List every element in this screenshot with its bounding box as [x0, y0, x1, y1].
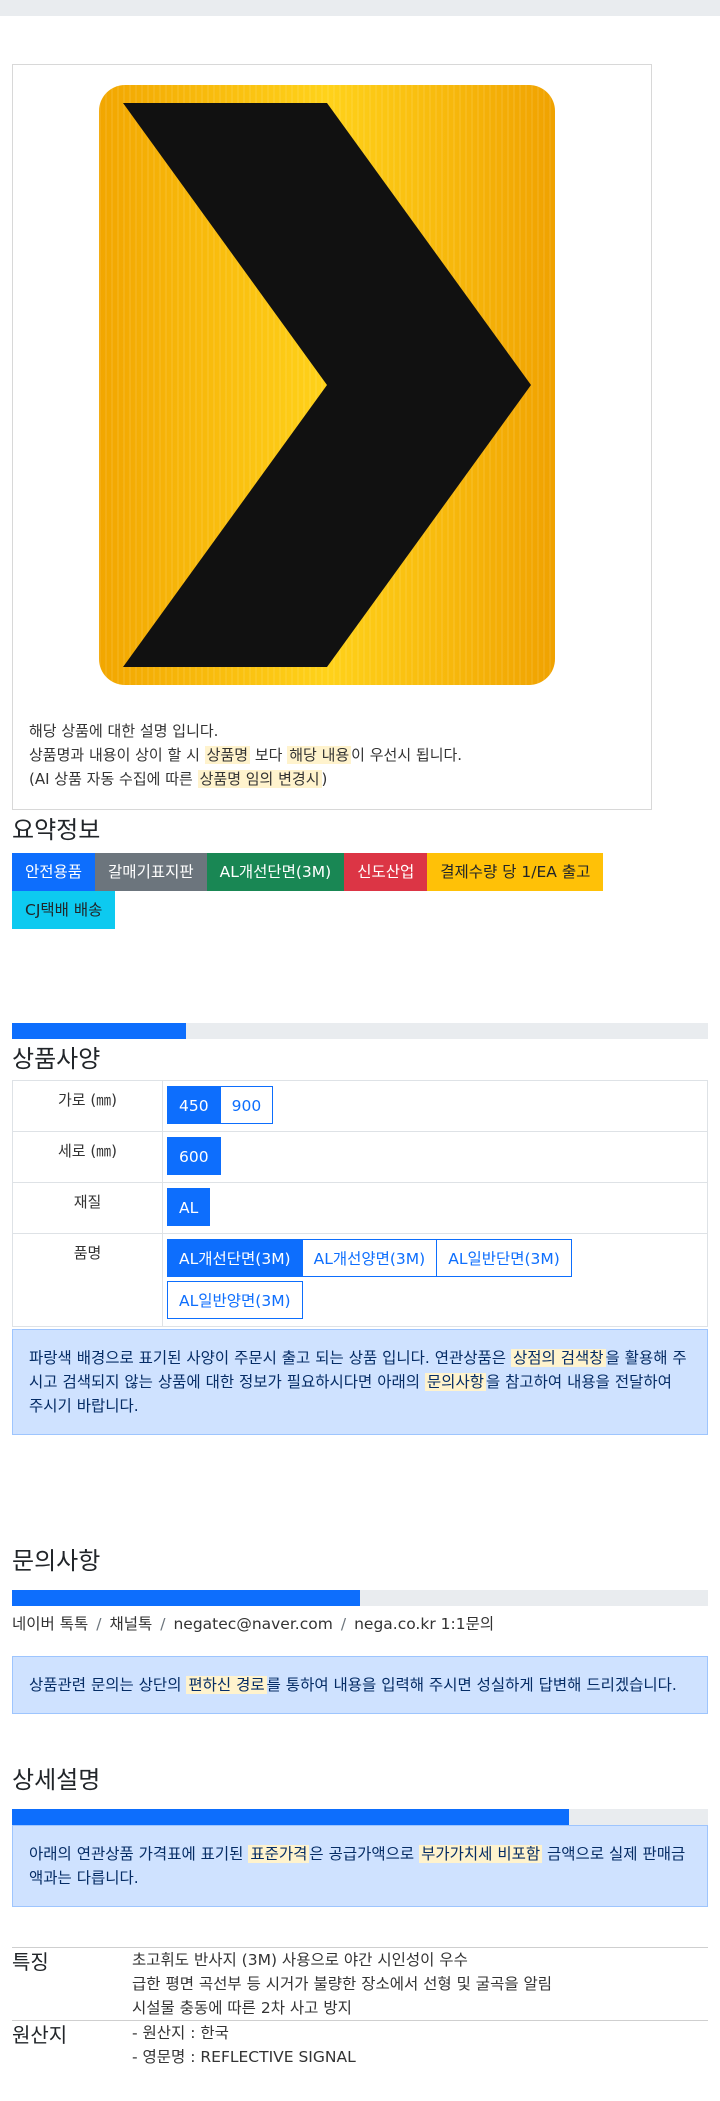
option-material-al[interactable]: AL — [167, 1188, 211, 1226]
feature-line: - 원산지 : 한국 — [132, 2024, 229, 2042]
desc-line-2: 상품명과 내용이 상이 할 시 상품명 보다 해당 내용 이 우선시 됩니다. — [29, 743, 635, 767]
link-channel-talk[interactable]: 채널톡 — [109, 1615, 152, 1633]
feature-row: 특징 초고휘도 반사지 (3M) 사용으로 야간 시인성이 우수 급한 평면 곡… — [12, 1947, 708, 2021]
spec-row-material: 재질 AL — [12, 1182, 708, 1234]
badge-type: 갈매기표지판 — [95, 853, 207, 891]
spec-options: 600 — [162, 1131, 708, 1183]
spec-row-height: 세로 (㎜) 600 — [12, 1131, 708, 1183]
spec-notice: 파랑색 배경으로 표기된 사양이 주문시 출고 되는 상품 입니다. 연관상품은… — [12, 1329, 708, 1435]
feature-table: 특징 초고휘도 반사지 (3M) 사용으로 야간 시인성이 우수 급한 평면 곡… — [12, 1947, 708, 2069]
feature-values: - 원산지 : 한국 - 영문명 : REFLECTIVE SIGNAL — [132, 2021, 708, 2070]
link-site-inquiry[interactable]: nega.co.kr 1:1문의 — [354, 1615, 494, 1633]
desc-line-3: (AI 상품 자동 수집에 따른 상품명 임의 변경시) — [29, 767, 635, 791]
link-email[interactable]: negatec@naver.com — [173, 1615, 332, 1633]
spec-progress-bar — [12, 1023, 708, 1039]
inquiry-links: 네이버 톡톡 / 채널톡 / negatec@naver.com / nega.co.kr … — [12, 1612, 708, 1634]
detail-notice: 아래의 연관상품 가격표에 표기된 표준가격 은 공급가액으로 부가가치세 비포함… — [12, 1825, 708, 1907]
badge-material: AL개선단면(3M) — [206, 853, 345, 891]
desc-text: 이 우선시 됩니다. — [351, 746, 463, 764]
notice-text: 아래의 연관상품 가격표에 표기된 — [29, 1845, 249, 1863]
spec-row-width: 가로 (㎜) 450 900 — [12, 1080, 708, 1132]
top-progress-bar — [0, 0, 720, 16]
spec-label: 재질 — [12, 1182, 163, 1234]
spec-options: AL개선단면(3M) AL개선양면(3M) AL일반단면(3M) AL일반양면(3M) — [162, 1233, 708, 1327]
summary-title: 요약정보 — [12, 816, 101, 844]
feature-key: 특징 — [12, 1950, 49, 1974]
progress-fill — [12, 1809, 569, 1825]
highlight: 편하신 경로 — [186, 1676, 267, 1694]
highlight: 상품명 — [204, 746, 251, 764]
highlight: 상점의 검색창 — [511, 1349, 606, 1367]
feature-line: 급한 평면 곡선부 등 시거가 불량한 장소에서 선형 및 굴곡을 알림 — [132, 1975, 553, 1993]
feature-line: 시설물 충동에 따른 2차 사고 방지 — [132, 1999, 352, 2017]
feature-row: 원산지 - 원산지 : 한국 - 영문명 : REFLECTIVE SIGNAL — [12, 2020, 708, 2070]
feature-key: 원산지 — [12, 2023, 68, 2047]
desc-line-1: 해당 상품에 대한 설명 입니다. — [29, 722, 219, 740]
inquiry-title: 문의사항 — [12, 1547, 101, 1575]
option-name-1[interactable]: AL개선단면(3M) — [167, 1239, 303, 1277]
spec-label: 가로 (㎜) — [12, 1080, 163, 1132]
desc-text: ) — [321, 770, 328, 788]
spec-label: 품명 — [12, 1233, 163, 1327]
inquiry-progress-bar — [12, 1590, 708, 1606]
spec-table: 가로 (㎜) 450 900 세로 (㎜) 600 재질 AL 품명 AL개선단면… — [12, 1080, 708, 1327]
feature-values: 초고휘도 반사지 (3M) 사용으로 야간 시인성이 우수 급한 평면 곡선부 … — [132, 1948, 708, 2021]
highlight: 해당 내용 — [287, 746, 352, 764]
spec-title: 상품사양 — [12, 1045, 101, 1073]
desc-text: 상품명과 내용이 상이 할 시 — [29, 746, 205, 764]
detail-title: 상세설명 — [12, 1766, 101, 1794]
badge-quantity: 결제수량 당 1/EA 출고 — [427, 853, 604, 891]
highlight: 문의사항 — [424, 1373, 486, 1391]
badge-maker: 신도산업 — [344, 853, 428, 891]
option-height-600[interactable]: 600 — [167, 1137, 221, 1175]
inquiry-notice: 상품관련 문의는 상단의 편하신 경로 를 통하여 내용을 입력해 주시면 성실하… — [12, 1656, 708, 1714]
desc-text: 보다 — [250, 746, 288, 764]
product-image-card: 해당 상품에 대한 설명 입니다. 상품명과 내용이 상이 할 시 상품명 보다… — [12, 64, 652, 810]
spec-options: 450 900 — [162, 1080, 708, 1132]
chevron-sign-image — [99, 85, 555, 685]
notice-text: 를 통하여 내용을 입력해 주시면 성실하게 답변해 드리겠습니다. — [266, 1676, 677, 1694]
option-width-900[interactable]: 900 — [219, 1086, 274, 1124]
option-name-4[interactable]: AL일반양면(3M) — [167, 1281, 303, 1319]
progress-fill — [12, 1590, 360, 1606]
notice-text: 은 공급가액으로 — [309, 1845, 420, 1863]
notice-text: 상품관련 문의는 상단의 — [29, 1676, 187, 1694]
badge-shipping: CJ택배 배송 — [12, 891, 116, 929]
separator: / — [340, 1615, 347, 1633]
product-description: 해당 상품에 대한 설명 입니다. 상품명과 내용이 상이 할 시 상품명 보다… — [29, 719, 635, 791]
feature-line: 초고휘도 반사지 (3M) 사용으로 야간 시인성이 우수 — [132, 1951, 468, 1969]
option-name-2[interactable]: AL개선양면(3M) — [301, 1239, 438, 1277]
spec-row-product-name: 품명 AL개선단면(3M) AL개선양면(3M) AL일반단면(3M) AL일반양면(… — [12, 1233, 708, 1327]
option-width-450[interactable]: 450 — [167, 1086, 221, 1124]
notice-text: 파랑색 배경으로 표기된 사양이 주문시 출고 되는 상품 입니다. 연관상품은 — [29, 1349, 511, 1367]
highlight: 부가가치세 비포함 — [419, 1845, 543, 1863]
option-name-3[interactable]: AL일반단면(3M) — [436, 1239, 572, 1277]
separator: / — [160, 1615, 166, 1633]
detail-progress-bar — [12, 1809, 708, 1825]
feature-line: - 영문명 : REFLECTIVE SIGNAL — [132, 2048, 356, 2066]
separator: / — [96, 1615, 102, 1633]
badge-category: 안전용품 — [12, 853, 96, 891]
highlight: 표준가격 — [248, 1845, 310, 1863]
spec-options: AL — [162, 1182, 708, 1234]
link-naver-talk[interactable]: 네이버 톡톡 — [12, 1615, 88, 1633]
summary-badges: 안전용품 갈매기표지판 AL개선단면(3M) 신도산업 결제수량 당 1/EA … — [12, 853, 652, 929]
progress-fill — [12, 1023, 186, 1039]
spec-label: 세로 (㎜) — [12, 1131, 163, 1183]
desc-text: (AI 상품 자동 수집에 따른 — [29, 770, 198, 788]
highlight: 상품명 임의 변경시 — [197, 770, 322, 788]
